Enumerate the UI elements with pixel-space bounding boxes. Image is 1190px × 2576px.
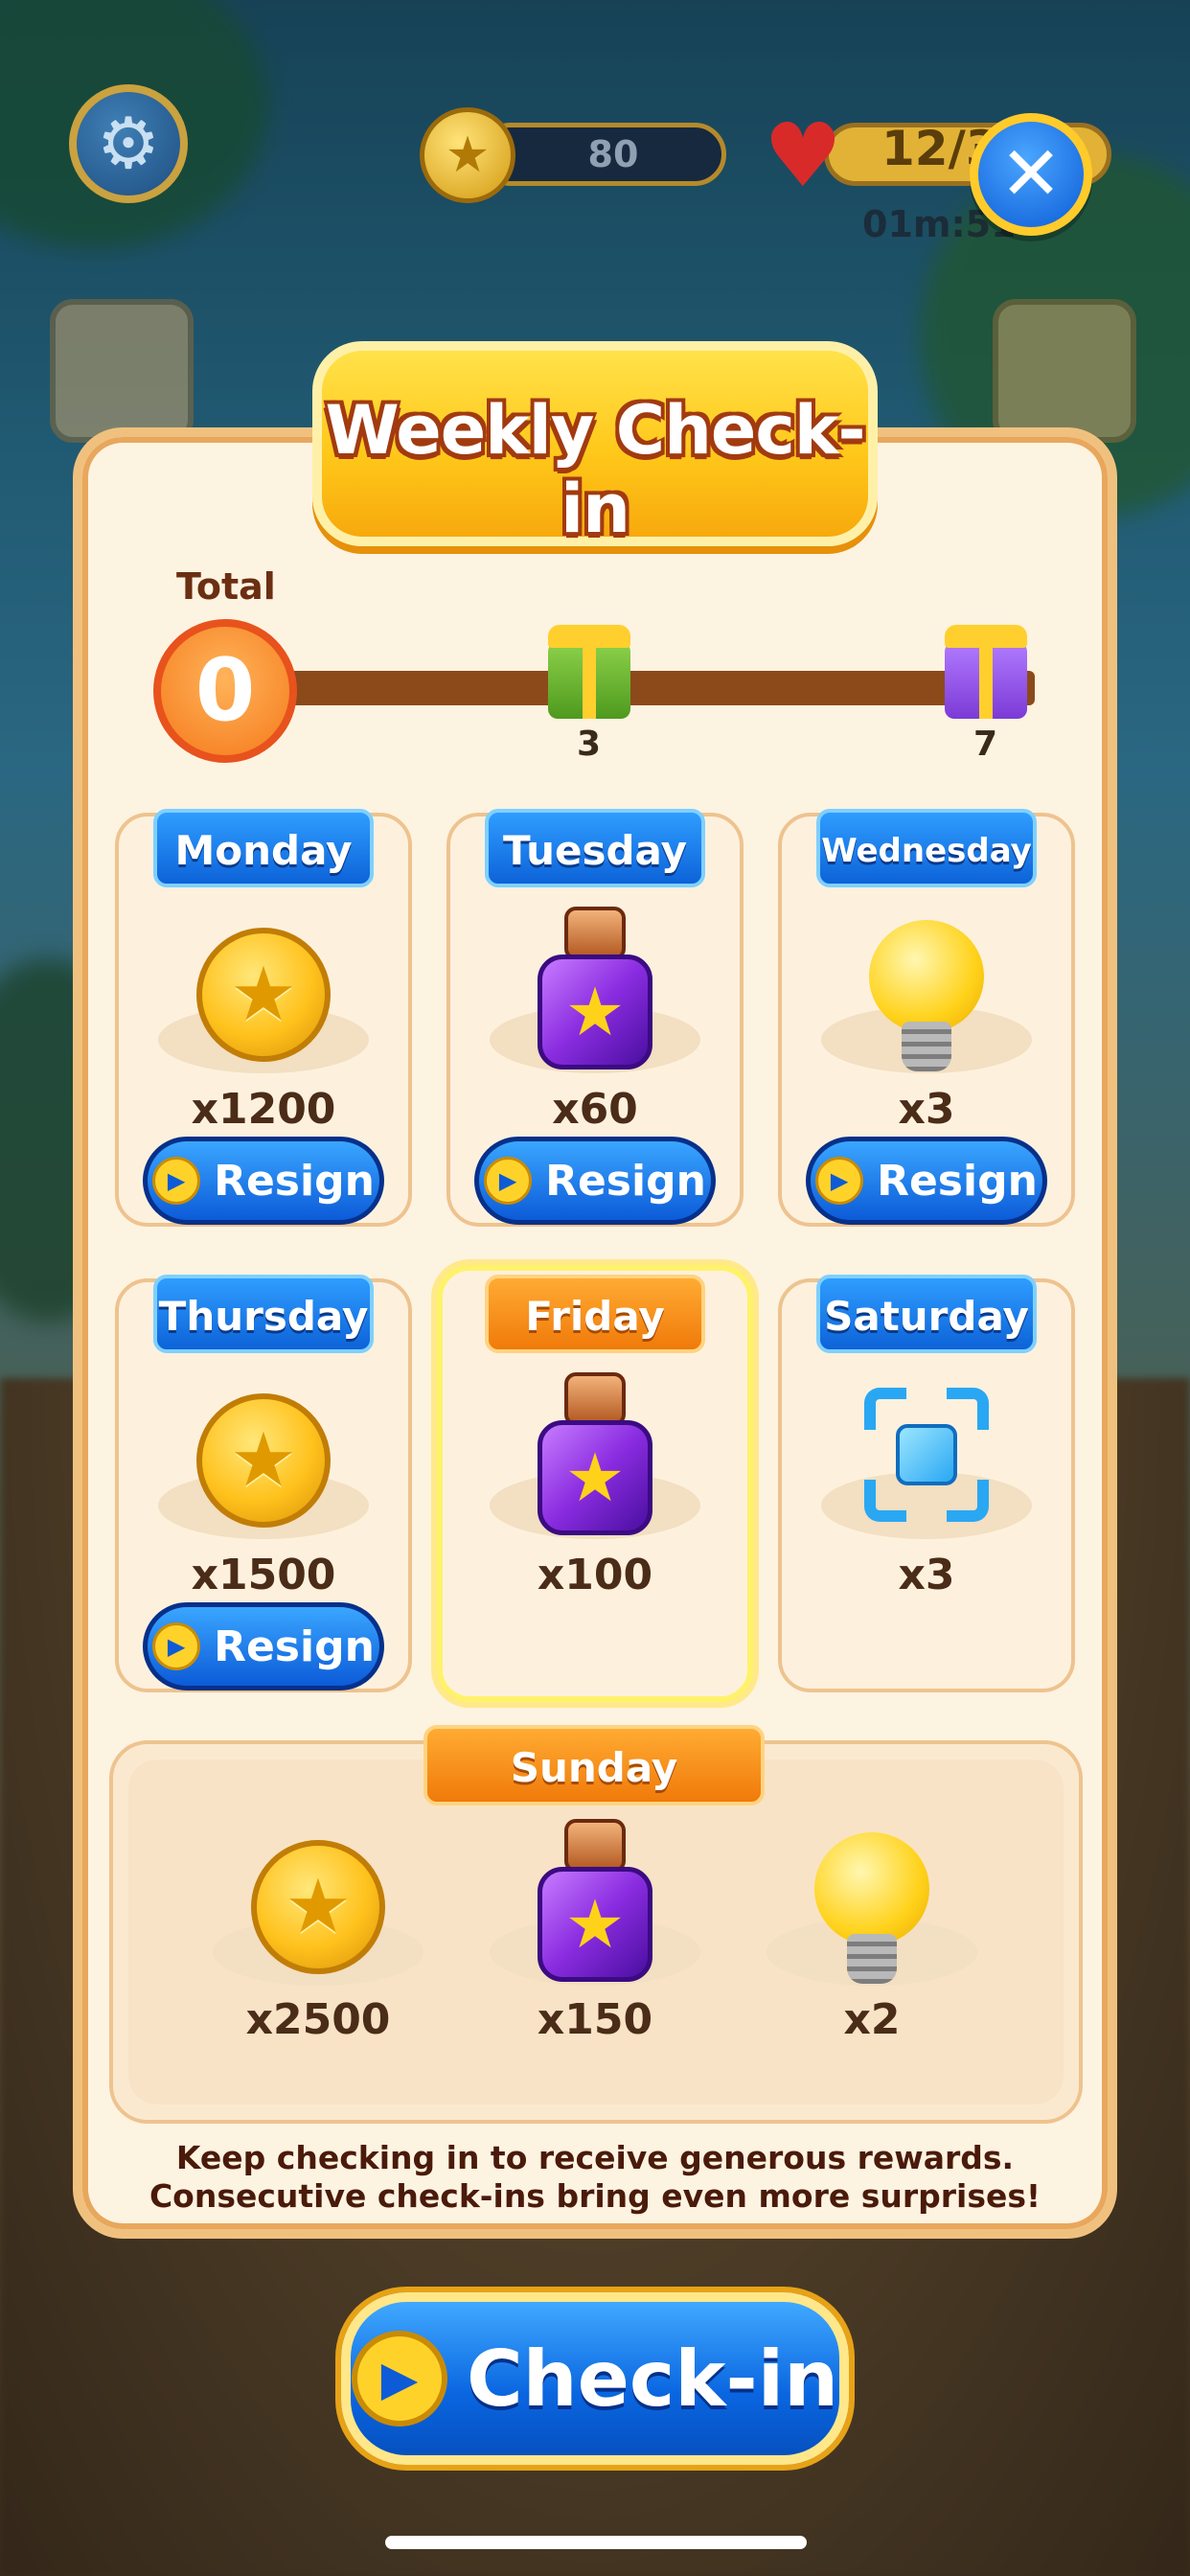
total-label: Total bbox=[176, 565, 276, 608]
resign-button[interactable]: ▶ Resign bbox=[143, 1137, 384, 1225]
reward-amount: x2 bbox=[843, 1995, 901, 2044]
resign-label: Resign bbox=[214, 1622, 375, 1671]
checkin-label: Check-in bbox=[466, 2334, 839, 2424]
reward-amount: x60 bbox=[552, 1085, 638, 1134]
potion-icon: ★ bbox=[528, 1372, 662, 1535]
page-title: Weekly Check-in bbox=[325, 391, 866, 548]
resign-button[interactable]: ▶ Resign bbox=[143, 1602, 384, 1690]
lightbulb-icon bbox=[869, 920, 984, 1073]
gift-icon[interactable] bbox=[548, 625, 630, 719]
settings-button[interactable]: ⚙ bbox=[69, 84, 188, 203]
resign-button[interactable]: ▶ Resign bbox=[474, 1137, 716, 1225]
milestone-label: 7 bbox=[973, 724, 998, 764]
frame-booster-icon bbox=[864, 1388, 989, 1522]
day-label: Wednesday bbox=[816, 809, 1037, 887]
close-button[interactable]: ✕ bbox=[970, 113, 1092, 236]
potion-icon: ★ bbox=[528, 907, 662, 1070]
resign-label: Resign bbox=[214, 1156, 375, 1206]
total-counter: 0 bbox=[153, 619, 297, 763]
reward-amount: x3 bbox=[898, 1085, 955, 1134]
gift-icon[interactable] bbox=[945, 625, 1027, 719]
milestone-label: 3 bbox=[577, 724, 602, 764]
coin-balance: 80 bbox=[587, 133, 639, 175]
day-label: Sunday bbox=[423, 1725, 765, 1806]
side-event-icon bbox=[50, 299, 194, 443]
resign-button[interactable]: ▶ Resign bbox=[806, 1137, 1047, 1225]
side-event-icon bbox=[993, 299, 1136, 443]
resign-label: Resign bbox=[545, 1156, 706, 1206]
day-label: Saturday bbox=[816, 1275, 1037, 1353]
lightbulb-icon bbox=[814, 1832, 929, 1986]
day-label: Monday bbox=[153, 809, 374, 887]
checkin-button[interactable]: ▶ Check-in bbox=[341, 2292, 849, 2465]
day-label: Thursday bbox=[153, 1275, 374, 1353]
day-label: Tuesday bbox=[485, 809, 705, 887]
progress-track bbox=[278, 671, 1035, 705]
day-label: Friday bbox=[485, 1275, 705, 1353]
coin-icon: ★ bbox=[420, 107, 515, 203]
play-icon: ▶ bbox=[351, 2331, 447, 2426]
total-value: 0 bbox=[195, 640, 256, 741]
reward-amount: x150 bbox=[537, 1995, 653, 2044]
play-icon: ▶ bbox=[152, 1622, 201, 1670]
home-indicator[interactable] bbox=[385, 2536, 807, 2549]
reward-amount: x2500 bbox=[245, 1995, 391, 2044]
resign-label: Resign bbox=[877, 1156, 1038, 1206]
coin-icon: ★ bbox=[196, 928, 331, 1062]
play-icon: ▶ bbox=[484, 1157, 533, 1205]
reward-amount: x100 bbox=[537, 1551, 653, 1599]
reward-amount: x3 bbox=[898, 1551, 955, 1599]
heart-icon: ♥ bbox=[763, 104, 843, 207]
footer-description: Keep checking in to receive generous rew… bbox=[149, 2139, 1041, 2215]
close-icon: ✕ bbox=[999, 131, 1063, 218]
reward-amount: x1200 bbox=[191, 1085, 336, 1134]
potion-icon: ★ bbox=[528, 1819, 662, 1982]
play-icon: ▶ bbox=[815, 1157, 864, 1205]
coin-icon: ★ bbox=[251, 1840, 385, 1974]
reward-amount: x1500 bbox=[191, 1551, 336, 1599]
coin-icon: ★ bbox=[196, 1393, 331, 1528]
play-icon: ▶ bbox=[152, 1157, 201, 1205]
gear-icon: ⚙ bbox=[96, 103, 161, 185]
